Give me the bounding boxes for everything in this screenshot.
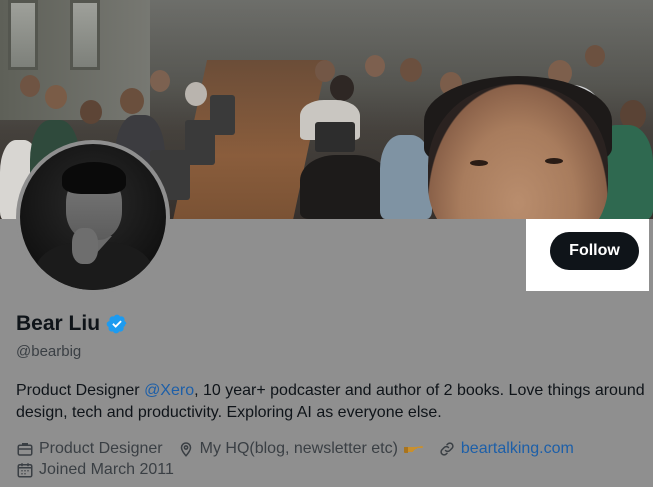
verified-badge-icon[interactable] [106,313,128,335]
meta-work-label: Product Designer [39,440,163,457]
crowd-person [150,70,170,92]
briefcase-icon [17,443,33,456]
selfie-eye [470,160,488,166]
profile-meta-row: Joined March 2011 [16,459,188,481]
calendar-icon [17,463,33,478]
link-icon [440,442,454,456]
profile-name-row: Bear Liu [16,312,128,336]
crowd-person [45,85,67,109]
meta-location: My HQ(blog, newsletter etc) [177,440,424,458]
crowd-person-body [300,155,390,219]
bio-text: Product Designer [16,382,145,399]
crowd-person [20,75,40,97]
profile-handle: @bearbig [16,343,82,360]
banner-window [70,0,100,70]
chair [315,122,355,152]
avatar-hair [62,162,126,194]
meta-website: beartalking.com [438,440,574,458]
bio-mention-link[interactable]: @Xero [144,382,194,399]
crowd-person [365,55,385,77]
meta-joined-label: Joined March 2011 [39,461,174,478]
crowd-person [185,82,207,106]
crowd-person [330,75,354,101]
crowd-person [120,88,144,114]
profile-meta-row: Product Designer My HQ(blog, newsletter … [16,438,588,460]
location-pin-icon [180,442,191,457]
banner-window [8,0,38,70]
profile-avatar[interactable] [16,140,170,294]
meta-joined: Joined March 2011 [16,461,174,479]
meta-work: Product Designer [16,440,163,458]
avatar-photo [20,144,166,290]
follow-button[interactable]: Follow [550,232,639,270]
crowd-person [80,100,102,124]
crowd-person [585,45,605,67]
profile-bio: Product Designer @Xero, 10 year+ podcast… [16,380,646,424]
display-name: Bear Liu [16,312,101,335]
pointing-hand-emoji-icon [403,446,423,453]
follow-button-container: Follow [526,219,649,291]
meta-location-label: My HQ(blog, newsletter etc) [199,440,398,457]
selfie-eye [545,158,563,164]
profile-page: Follow Bear Liu @bearbig Product Designe… [0,0,653,487]
website-link[interactable]: beartalking.com [461,440,574,458]
chair [210,95,235,135]
crowd-person [400,58,422,82]
avatar-hand [72,228,98,264]
